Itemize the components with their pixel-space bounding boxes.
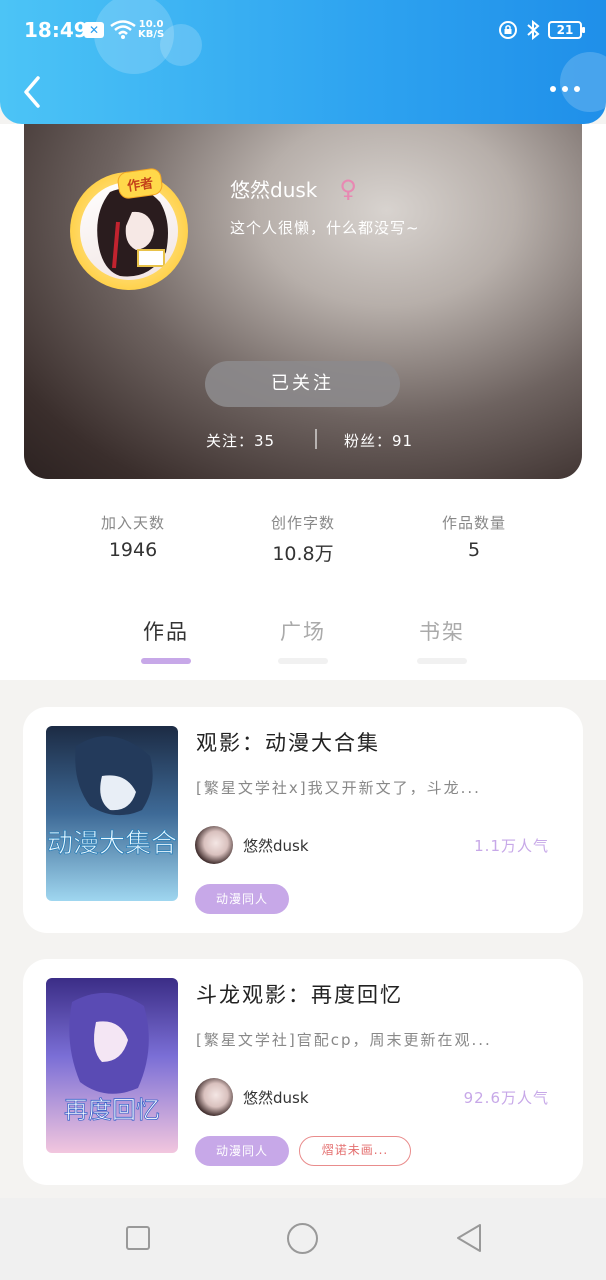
status-time: 18:49	[24, 18, 88, 42]
work-popularity: 1.1万人气	[474, 837, 549, 855]
home-button[interactable]	[287, 1223, 318, 1254]
stat-join-days: 加入天数 1946	[73, 512, 193, 561]
following-count[interactable]: 关注：35	[206, 430, 275, 451]
work-title[interactable]: 观影：动漫大合集	[196, 727, 380, 757]
work-title[interactable]: 斗龙观影：再度回忆	[196, 979, 403, 1009]
work-tag[interactable]: 动漫同人	[195, 884, 289, 914]
work-description: [繁星文学社x]我又开新文了，斗龙...	[196, 779, 481, 797]
tab-square[interactable]: 广场	[268, 616, 338, 664]
stat-value: 5	[467, 539, 481, 561]
fans-count[interactable]: 粉丝：91	[344, 430, 413, 451]
status-bar: 18:49 ✕ 10.0 KB/S 21	[0, 16, 606, 48]
cover-title: 动漫大集合	[47, 829, 177, 859]
work-card[interactable]: 动漫大集合 观影：动漫大合集 [繁星文学社x]我又开新文了，斗龙... 悠然du…	[23, 707, 583, 933]
more-button[interactable]	[550, 86, 580, 92]
profile-username: 悠然dusk ♀	[230, 174, 357, 203]
tab-bar: 作品 广场 书架	[0, 612, 606, 676]
network-speed: 10.0 KB/S	[138, 20, 164, 40]
top-bar: 18:49 ✕ 10.0 KB/S 21	[0, 0, 606, 124]
work-description: [繁星文学社]官配cp，周末更新在观...	[196, 1031, 492, 1049]
wifi-icon	[110, 20, 136, 39]
recent-apps-button[interactable]	[126, 1226, 150, 1250]
stat-word-count: 创作字数 10.8万	[243, 512, 363, 566]
stat-value: 10.8万	[272, 543, 334, 565]
work-cover[interactable]: 再度回忆	[46, 978, 178, 1153]
follow-button[interactable]: 已关注	[205, 361, 400, 407]
username-text: 悠然dusk	[230, 178, 318, 202]
cover-title: 再度回忆	[64, 1096, 160, 1124]
female-icon: ♀	[339, 174, 357, 203]
work-author[interactable]: 悠然dusk	[243, 1087, 309, 1108]
stat-label: 加入天数	[100, 514, 165, 532]
bluetooth-icon	[527, 20, 540, 40]
work-author-avatar	[195, 826, 233, 864]
work-card[interactable]: 再度回忆 斗龙观影：再度回忆 [繁星文学社]官配cp，周末更新在观... 悠然d…	[23, 959, 583, 1185]
count-divider	[315, 429, 317, 449]
work-popularity: 92.6万人气	[463, 1089, 549, 1107]
work-cover[interactable]: 动漫大集合	[46, 726, 178, 901]
profile-bio: 这个人很懒，什么都没写~	[230, 219, 420, 237]
work-author[interactable]: 悠然dusk	[243, 835, 309, 856]
system-nav-bar	[0, 1198, 606, 1280]
profile-card: 作者 悠然dusk ♀ 这个人很懒，什么都没写~ 已关注 关注：35 粉丝：91	[24, 96, 582, 479]
battery-icon: 21	[548, 21, 585, 39]
work-author-avatar	[195, 1078, 233, 1116]
work-tag[interactable]: 熠诺未画...	[299, 1136, 411, 1166]
back-nav-button[interactable]	[454, 1222, 484, 1254]
speed-unit: KB/S	[138, 29, 165, 40]
tab-label: 广场	[280, 620, 326, 644]
notification-icon: ✕	[84, 22, 104, 38]
work-tag[interactable]: 动漫同人	[195, 1136, 289, 1166]
stat-works-count: 作品数量 5	[414, 512, 534, 561]
lock-rotation-icon	[499, 21, 517, 39]
tab-label: 书架	[419, 620, 465, 644]
tab-bookshelf[interactable]: 书架	[407, 616, 477, 664]
stat-value: 1946	[108, 539, 158, 561]
tab-label: 作品	[143, 620, 189, 644]
stat-label: 创作字数	[270, 514, 335, 532]
tab-works[interactable]: 作品	[131, 616, 201, 664]
stats-card: 加入天数 1946 创作字数 10.8万 作品数量 5	[49, 470, 557, 596]
stat-label: 作品数量	[441, 514, 506, 532]
back-button[interactable]	[18, 72, 50, 112]
